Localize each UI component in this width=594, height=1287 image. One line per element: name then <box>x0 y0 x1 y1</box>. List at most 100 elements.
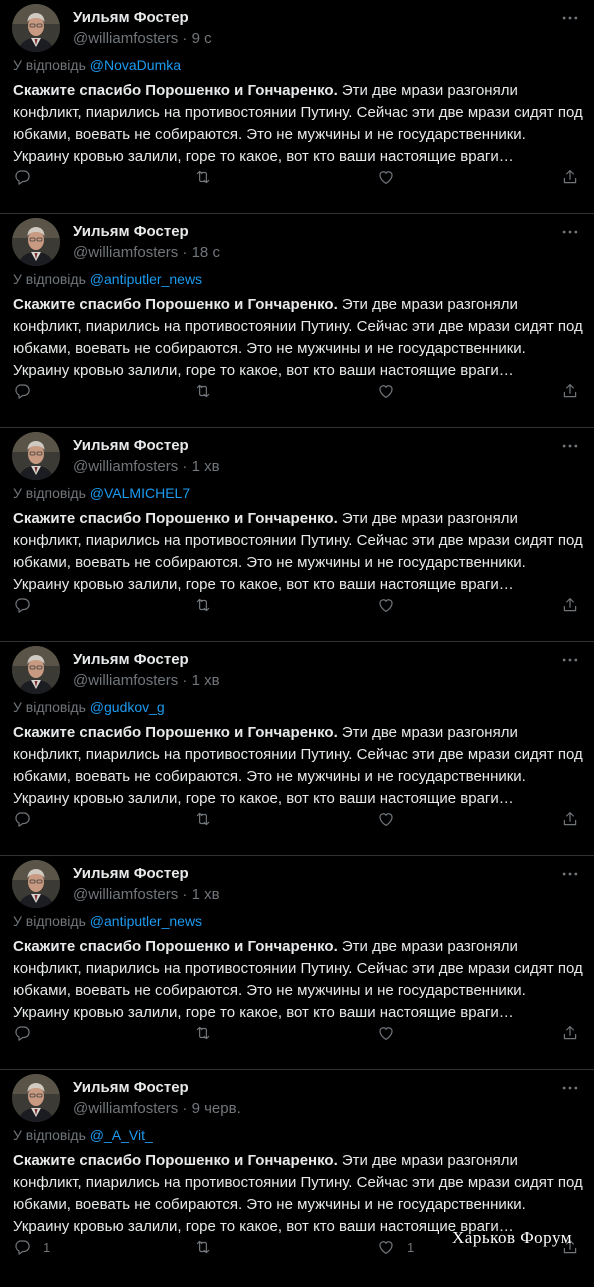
reply-button[interactable] <box>13 166 43 188</box>
share-button[interactable] <box>561 594 579 616</box>
tweet-header: Уильям Фостер @williamfosters · 1 хв <box>73 650 580 694</box>
tweet-meta: @williamfosters · 1 хв <box>73 672 220 689</box>
share-button[interactable] <box>561 166 579 188</box>
retweet-button[interactable] <box>194 1236 212 1258</box>
tweet-text: Скажите спасибо Порошенко и Гончаренко. … <box>13 722 584 810</box>
reply-to-handle[interactable]: @antiputler_news <box>90 271 202 287</box>
reply-to-handle[interactable]: @VALMICHEL7 <box>90 485 190 501</box>
user-name[interactable]: Уильям Фостер <box>73 864 580 884</box>
more-icon[interactable] <box>558 222 582 242</box>
tweet[interactable]: Уильям Фостер @williamfosters · 1 хв У в… <box>0 642 594 856</box>
more-icon[interactable] <box>558 1078 582 1098</box>
more-icon[interactable] <box>558 8 582 28</box>
user-handle[interactable]: @williamfosters <box>73 30 178 47</box>
tweet-time[interactable]: 1 хв <box>192 458 220 475</box>
tweet-text: Скажите спасибо Порошенко и Гончаренко. … <box>13 508 584 596</box>
reply-icon <box>13 168 31 186</box>
reply-prefix: У відповідь <box>13 271 86 287</box>
retweet-icon <box>194 168 212 186</box>
reply-prefix: У відповідь <box>13 699 86 715</box>
retweet-button[interactable] <box>194 166 212 188</box>
user-name[interactable]: Уильям Фостер <box>73 8 580 28</box>
tweet-time[interactable]: 9 с <box>192 30 212 47</box>
user-handle[interactable]: @williamfosters <box>73 244 178 261</box>
tweet[interactable]: Уильям Фостер @williamfosters · 9 с У ві… <box>0 0 594 214</box>
retweet-icon <box>194 810 212 828</box>
tweet-actions <box>0 1022 594 1044</box>
reply-button[interactable] <box>13 1022 43 1044</box>
avatar[interactable] <box>12 218 60 266</box>
user-name[interactable]: Уильям Фостер <box>73 222 580 242</box>
reply-context: У відповідь @_A_Vit_ <box>13 1125 153 1145</box>
like-button[interactable]: 1 <box>377 1236 414 1258</box>
reply-button[interactable] <box>13 808 43 830</box>
watermark: Харьков Форум <box>452 1228 572 1247</box>
user-handle[interactable]: @williamfosters <box>73 1100 178 1117</box>
avatar[interactable] <box>12 860 60 908</box>
tweet[interactable]: Уильям Фостер @williamfosters · 1 хв У в… <box>0 428 594 642</box>
like-icon <box>377 382 395 400</box>
reply-button[interactable] <box>13 594 43 616</box>
tweet[interactable]: Уильям Фостер @williamfosters · 9 черв. … <box>0 1070 594 1286</box>
reply-to-handle[interactable]: @gudkov_g <box>90 699 165 715</box>
user-name[interactable]: Уильям Фостер <box>73 1078 580 1098</box>
tweet-text-bold: Скажите спасибо Порошенко и Гончаренко. <box>13 82 338 99</box>
reply-prefix: У відповідь <box>13 485 86 501</box>
avatar[interactable] <box>12 432 60 480</box>
user-handle[interactable]: @williamfosters <box>73 886 178 903</box>
reply-button[interactable] <box>13 380 43 402</box>
user-name[interactable]: Уильям Фостер <box>73 650 580 670</box>
tweet-meta: @williamfosters · 1 хв <box>73 458 220 475</box>
avatar[interactable] <box>12 4 60 52</box>
tweet[interactable]: Уильям Фостер @williamfosters · 18 с У в… <box>0 214 594 428</box>
user-handle[interactable]: @williamfosters <box>73 458 178 475</box>
tweet-text-bold: Скажите спасибо Порошенко и Гончаренко. <box>13 938 338 955</box>
tweet-time[interactable]: 9 черв. <box>192 1100 241 1117</box>
share-button[interactable] <box>561 380 579 402</box>
like-count: 1 <box>407 1239 415 1255</box>
reply-button[interactable]: 1 <box>13 1236 50 1258</box>
user-handle[interactable]: @williamfosters <box>73 672 178 689</box>
reply-to-handle[interactable]: @antiputler_news <box>90 913 202 929</box>
share-button[interactable] <box>561 808 579 830</box>
retweet-button[interactable] <box>194 380 212 402</box>
more-icon[interactable] <box>558 650 582 670</box>
tweet-text-bold: Скажите спасибо Порошенко и Гончаренко. <box>13 1152 338 1169</box>
reply-context: У відповідь @antiputler_news <box>13 269 202 289</box>
retweet-icon <box>194 1238 212 1256</box>
reply-context: У відповідь @gudkov_g <box>13 697 165 717</box>
like-icon <box>377 1024 395 1042</box>
tweet-actions <box>0 808 594 830</box>
more-icon[interactable] <box>558 864 582 884</box>
tweet-header: Уильям Фостер @williamfosters · 9 черв. <box>73 1078 580 1122</box>
retweet-icon <box>194 596 212 614</box>
reply-icon <box>13 1024 31 1042</box>
retweet-button[interactable] <box>194 1022 212 1044</box>
avatar[interactable] <box>12 1074 60 1122</box>
reply-to-handle[interactable]: @_A_Vit_ <box>90 1127 153 1143</box>
share-button[interactable] <box>561 1022 579 1044</box>
tweet[interactable]: Уильям Фостер @williamfosters · 1 хв У в… <box>0 856 594 1070</box>
more-icon[interactable] <box>558 436 582 456</box>
tweet-actions <box>0 594 594 616</box>
tweet-time[interactable]: 1 хв <box>192 886 220 903</box>
reply-icon <box>13 596 31 614</box>
reply-icon <box>13 382 31 400</box>
avatar[interactable] <box>12 646 60 694</box>
share-icon <box>561 168 579 186</box>
reply-prefix: У відповідь <box>13 57 86 73</box>
tweet-text-bold: Скажите спасибо Порошенко и Гончаренко. <box>13 724 338 741</box>
retweet-button[interactable] <box>194 808 212 830</box>
like-button[interactable] <box>377 808 407 830</box>
reply-icon <box>13 810 31 828</box>
share-icon <box>561 810 579 828</box>
like-button[interactable] <box>377 380 407 402</box>
reply-to-handle[interactable]: @NovaDumka <box>90 57 181 73</box>
user-name[interactable]: Уильям Фостер <box>73 436 580 456</box>
like-button[interactable] <box>377 1022 407 1044</box>
like-button[interactable] <box>377 594 407 616</box>
retweet-button[interactable] <box>194 594 212 616</box>
tweet-time[interactable]: 18 с <box>192 244 220 261</box>
tweet-time[interactable]: 1 хв <box>192 672 220 689</box>
like-button[interactable] <box>377 166 407 188</box>
